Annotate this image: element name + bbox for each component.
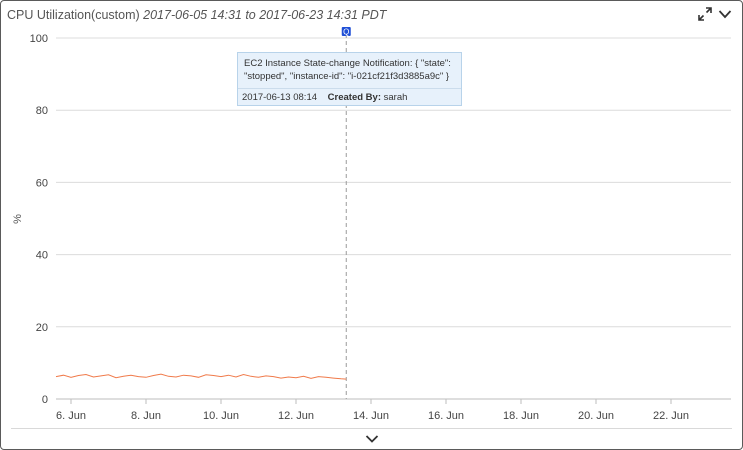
y-tick-label: 60	[36, 177, 48, 189]
x-tick-label: 10. Jun	[203, 410, 239, 422]
chart-panel: CPU Utilization(custom) 2017-06-05 14:31…	[0, 0, 743, 450]
created-by-label: Created By:	[327, 92, 381, 103]
annotation-text: EC2 Instance State-change Notification: …	[238, 53, 461, 83]
annotation-marker-glyph: Q	[343, 28, 349, 37]
x-tick-label: 14. Jun	[353, 410, 389, 422]
x-tick-label: 12. Jun	[278, 410, 314, 422]
annotation-text-line1: EC2 Instance State-change Notification: …	[244, 58, 451, 69]
y-tick-label: 80	[36, 105, 48, 117]
x-tick-label: 16. Jun	[428, 410, 464, 422]
y-tick-label: 100	[30, 33, 48, 45]
footer-divider	[11, 428, 732, 429]
y-tick-label: 20	[36, 322, 48, 334]
chevron-down-icon[interactable]	[365, 431, 379, 449]
x-tick-label: 8. Jun	[131, 410, 161, 422]
y-axis-label: %	[12, 214, 24, 224]
y-tick-label: 40	[36, 250, 48, 262]
created-by-user: sarah	[383, 92, 408, 103]
annotation-footer: 2017-06-13 08:14 Created By: sarah	[238, 88, 461, 105]
x-tick-label: 6. Jun	[56, 410, 86, 422]
x-tick-label: 22. Jun	[653, 410, 689, 422]
x-tick-label: 20. Jun	[578, 410, 614, 422]
series-line	[55, 373, 347, 380]
y-tick-label: 0	[42, 394, 48, 406]
annotation-text-line2: "stopped", "instance-id": "i-021cf21f3d3…	[244, 71, 450, 82]
x-tick-label: 18. Jun	[503, 410, 539, 422]
annotation-tooltip: EC2 Instance State-change Notification: …	[237, 52, 462, 106]
annotation-marker-icon[interactable]: Q	[341, 27, 351, 37]
annotation-date: 2017-06-13 08:14	[242, 92, 318, 103]
